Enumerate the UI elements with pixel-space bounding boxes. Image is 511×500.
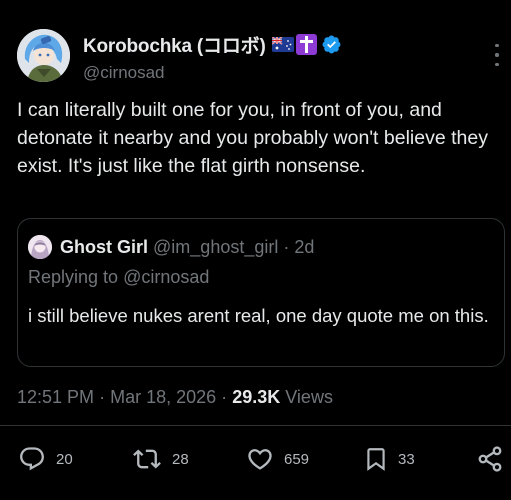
tweet-meta: 12:51 PM · Mar 18, 2026 · 29.3K Views	[17, 387, 333, 408]
quoted-time[interactable]: 2d	[294, 237, 314, 257]
tweet-time[interactable]: 12:51 PM	[17, 387, 94, 407]
meta-separator: ·	[99, 387, 106, 407]
quoted-author-avatar[interactable]	[28, 235, 52, 259]
repost-icon	[131, 445, 163, 473]
share-icon	[476, 445, 504, 473]
heart-icon	[245, 445, 275, 473]
quoted-text: i still believe nukes arent real, one da…	[28, 305, 489, 326]
tweet-text: I can literally built one for you, in fr…	[17, 99, 488, 177]
author-handle[interactable]: @cirnosad	[83, 63, 165, 83]
more-options-icon[interactable]	[493, 44, 501, 66]
reply-count: 20	[56, 450, 73, 468]
tweet-date[interactable]: Mar 18, 2026	[110, 387, 216, 407]
reply-icon	[17, 445, 47, 473]
views-count[interactable]: 29.3K	[232, 387, 280, 407]
quoted-header: Ghost Girl @im_ghost_girl · 2d	[60, 236, 314, 258]
share-button[interactable]	[476, 445, 504, 473]
reply-button[interactable]: 20	[17, 445, 73, 473]
quoted-tweet[interactable]: Ghost Girl @im_ghost_girl · 2d Replying …	[17, 218, 505, 367]
latin-cross-icon	[295, 34, 317, 55]
quoted-separator: ·	[283, 237, 290, 257]
bookmark-icon	[363, 445, 389, 473]
replying-to-handle[interactable]: @cirnosad	[123, 267, 209, 287]
views-label: Views	[285, 387, 333, 407]
bookmark-count: 33	[398, 450, 415, 468]
australia-flag-icon	[271, 36, 294, 52]
verified-badge-icon[interactable]	[321, 34, 342, 55]
tweet: Korobochka (コロボ) @cirnosad I can literal…	[0, 0, 511, 500]
like-button[interactable]: 659	[245, 445, 309, 473]
author-display-name[interactable]: Korobochka (コロボ)	[83, 31, 266, 58]
author-avatar[interactable]	[17, 29, 70, 82]
author-name-row: Korobochka (コロボ)	[83, 31, 342, 58]
replying-to-line: Replying to @cirnosad	[28, 267, 209, 288]
repost-count: 28	[172, 450, 189, 468]
quoted-author-handle[interactable]: @im_ghost_girl	[153, 237, 278, 257]
divider	[0, 425, 511, 426]
replying-prefix: Replying to	[28, 267, 119, 287]
quoted-author-name[interactable]: Ghost Girl	[60, 237, 148, 257]
repost-button[interactable]: 28	[131, 445, 189, 473]
like-count: 659	[284, 450, 310, 468]
meta-separator: ·	[221, 387, 228, 407]
bookmark-button[interactable]: 33	[363, 445, 415, 473]
